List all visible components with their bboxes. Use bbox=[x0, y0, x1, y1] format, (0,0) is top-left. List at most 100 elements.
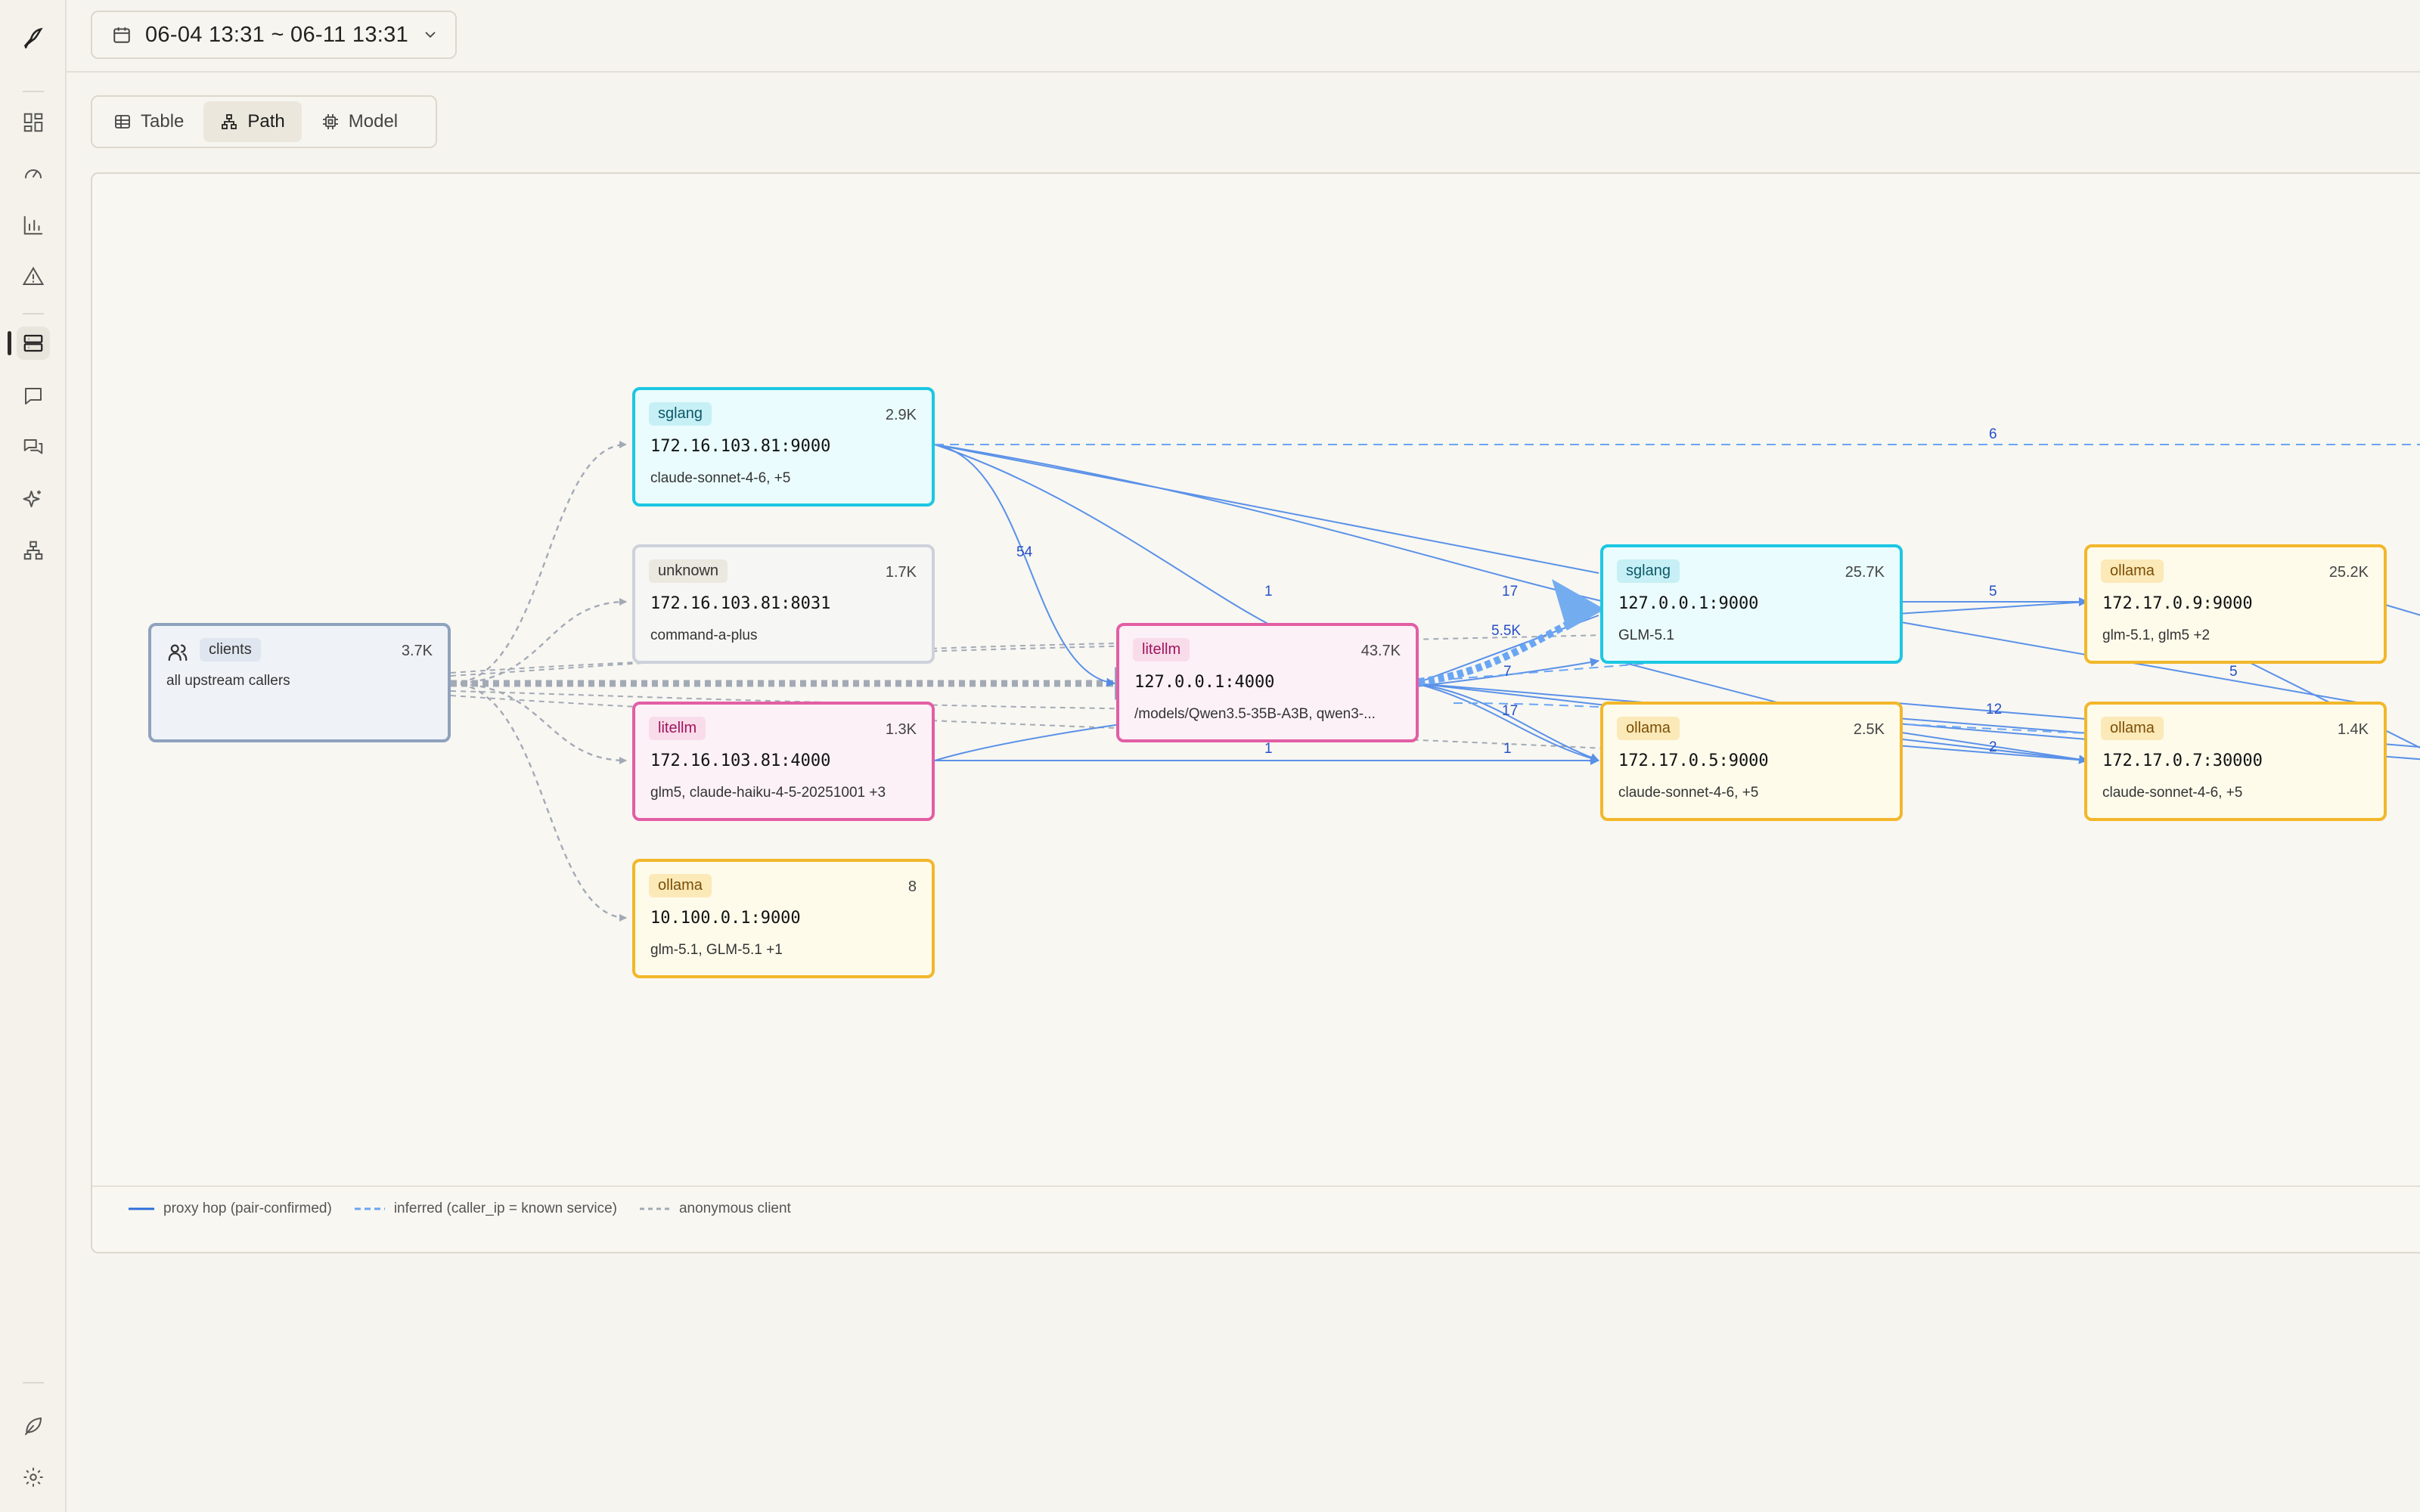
tab-label: Model bbox=[348, 111, 399, 132]
legend-swatch-gray-dashed bbox=[639, 1207, 670, 1210]
node-litellm-172-16-103-81-4000[interactable]: litellm 1.3K 172.16.103.81:4000 glm5, cl… bbox=[632, 702, 935, 821]
legend-label: anonymous client bbox=[678, 1201, 791, 1216]
node-clients[interactable]: clients 3.7K all upstream callers bbox=[148, 623, 451, 742]
node-litellm-127-0-0-1-4000[interactable]: litellm 43.7K 127.0.0.1:4000 /models/Qwe… bbox=[1116, 623, 1419, 742]
gauge-icon[interactable] bbox=[17, 157, 50, 191]
path-graph-canvas[interactable]: 54 1 17 5.5K 7 17 1 1 6 5 5 12 2 clients… bbox=[91, 172, 2420, 1253]
legend-swatch-dashed bbox=[354, 1207, 385, 1210]
node-address: 172.17.0.5:9000 bbox=[1618, 751, 1769, 770]
node-count: 1.4K bbox=[2337, 721, 2369, 738]
alert-icon[interactable] bbox=[17, 260, 50, 293]
edge-label: 7 bbox=[1503, 664, 1512, 680]
message-icon[interactable] bbox=[17, 380, 50, 413]
date-range-text: 06-04 13:31 ~ 06-11 13:31 bbox=[145, 22, 408, 47]
edge-label: 6 bbox=[1989, 426, 1997, 442]
tab-path[interactable]: Path bbox=[203, 101, 302, 142]
node-ollama-10-100-0-1-9000[interactable]: ollama 8 10.100.0.1:9000 glm-5.1, GLM-5.… bbox=[632, 859, 935, 978]
node-count: 1.7K bbox=[885, 564, 917, 581]
node-sglang-127-0-0-1-9000[interactable]: sglang 25.7K 127.0.0.1:9000 GLM-5.1 bbox=[1600, 544, 1903, 664]
bar-chart-icon[interactable] bbox=[17, 209, 50, 242]
node-models: claude-sonnet-4-6, +5 bbox=[2102, 785, 2243, 801]
node-count: 2.5K bbox=[1853, 721, 1885, 738]
sidebar-divider bbox=[23, 91, 44, 92]
arrow-head bbox=[1552, 579, 1605, 631]
node-count: 8 bbox=[908, 878, 917, 895]
node-count: 43.7K bbox=[1360, 643, 1401, 659]
messages-icon[interactable] bbox=[17, 431, 50, 464]
legend-swatch-solid bbox=[129, 1207, 154, 1210]
node-models: /models/Qwen3.5-35B-A3B, qwen3-... bbox=[1134, 706, 1376, 722]
edge-label: 5 bbox=[2229, 664, 2238, 680]
node-description: all upstream callers bbox=[166, 673, 290, 689]
edge-label: 17 bbox=[1502, 703, 1519, 719]
users-icon bbox=[168, 644, 188, 662]
node-address: 10.100.0.1:9000 bbox=[650, 909, 801, 928]
edge-label: 1 bbox=[1264, 741, 1273, 757]
node-count: 25.2K bbox=[2328, 564, 2369, 581]
node-ollama-172-17-0-9-9000[interactable]: ollama 25.2K 172.17.0.9:9000 glm-5.1, gl… bbox=[2084, 544, 2387, 664]
dashboard-icon[interactable] bbox=[17, 106, 50, 139]
tab-label: Table bbox=[141, 111, 185, 132]
calendar-icon bbox=[113, 27, 130, 43]
node-tag: unknown bbox=[649, 559, 728, 583]
node-tag: litellm bbox=[649, 717, 706, 740]
node-models: claude-sonnet-4-6, +5 bbox=[650, 470, 791, 486]
tab-label: Path bbox=[247, 111, 285, 132]
edge-label: 17 bbox=[1502, 584, 1519, 600]
node-tag: sglang bbox=[649, 402, 712, 426]
node-models: command-a-plus bbox=[650, 627, 758, 643]
view-tabs: Table Path Model bbox=[91, 95, 437, 148]
node-models: claude-sonnet-4-6, +5 bbox=[1618, 785, 1759, 801]
active-indicator bbox=[8, 331, 11, 355]
legend-item-anon: anonymous client bbox=[639, 1201, 791, 1217]
node-tag: ollama bbox=[649, 874, 712, 897]
node-count: 25.7K bbox=[1844, 564, 1885, 581]
node-address: 172.16.103.81:9000 bbox=[650, 437, 831, 456]
node-address: 172.17.0.9:9000 bbox=[2102, 594, 2253, 613]
sidebar-divider bbox=[23, 1382, 44, 1383]
bird-logo-icon[interactable] bbox=[17, 21, 50, 54]
tab-table[interactable]: Table bbox=[97, 101, 200, 142]
network-icon[interactable] bbox=[17, 534, 50, 567]
edge-label: 54 bbox=[1016, 544, 1033, 560]
edge-label: 2 bbox=[1989, 739, 1997, 755]
edge-label: 5.5K bbox=[1491, 623, 1522, 639]
edge-label: 1 bbox=[1503, 741, 1512, 757]
gear-icon[interactable] bbox=[17, 1461, 50, 1494]
node-tag: ollama bbox=[2101, 717, 2164, 740]
leaf-icon[interactable] bbox=[17, 1409, 50, 1442]
node-sglang-172-16-103-81-9000[interactable]: sglang 2.9K 172.16.103.81:9000 claude-so… bbox=[632, 387, 935, 507]
node-address: 127.0.0.1:9000 bbox=[1618, 594, 1759, 613]
legend-label: inferred (caller_ip = known service) bbox=[393, 1201, 617, 1216]
node-ollama-172-17-0-7-30000[interactable]: ollama 1.4K 172.17.0.7:30000 claude-sonn… bbox=[2084, 702, 2387, 821]
node-count: 2.9K bbox=[885, 407, 917, 423]
node-address: 172.16.103.81:8031 bbox=[650, 594, 831, 613]
sidebar-divider bbox=[23, 313, 44, 314]
node-address: 172.16.103.81:4000 bbox=[650, 751, 831, 770]
node-unknown-172-16-103-81-8031[interactable]: unknown 1.7K 172.16.103.81:8031 command-… bbox=[632, 544, 935, 664]
node-tag: ollama bbox=[2101, 559, 2164, 583]
node-models: glm-5.1, GLM-5.1 +1 bbox=[650, 942, 783, 958]
servers-icon[interactable] bbox=[17, 327, 50, 360]
node-models: glm5, claude-haiku-4-5-20251001 +3 bbox=[650, 785, 886, 801]
node-address: 127.0.0.1:4000 bbox=[1134, 673, 1275, 692]
top-bar: 06-04 13:31 ~ 06-11 13:31 bbox=[67, 0, 2420, 73]
legend-divider bbox=[92, 1185, 2420, 1187]
node-ollama-172-17-0-5-9000[interactable]: ollama 2.5K 172.17.0.5:9000 claude-sonne… bbox=[1600, 702, 1903, 821]
node-count: 1.3K bbox=[885, 721, 917, 738]
edge-label: 12 bbox=[1986, 702, 2003, 717]
legend: proxy hop (pair-confirmed) inferred (cal… bbox=[129, 1201, 791, 1217]
edge-label: 1 bbox=[1264, 584, 1273, 600]
sidebar bbox=[0, 0, 67, 1512]
tab-model[interactable]: Model bbox=[305, 101, 414, 142]
table-icon bbox=[115, 115, 130, 129]
node-tag: litellm bbox=[1133, 638, 1190, 662]
node-address: 172.17.0.7:30000 bbox=[2102, 751, 2263, 770]
date-range-picker[interactable]: 06-04 13:31 ~ 06-11 13:31 bbox=[91, 11, 457, 59]
node-models: GLM-5.1 bbox=[1618, 627, 1674, 643]
node-tag: clients bbox=[200, 638, 261, 662]
chip-icon bbox=[322, 114, 338, 129]
node-models: glm-5.1, glm5 +2 bbox=[2102, 627, 2211, 643]
sparkles-icon[interactable] bbox=[17, 482, 50, 516]
node-count: 3.7K bbox=[401, 643, 433, 659]
